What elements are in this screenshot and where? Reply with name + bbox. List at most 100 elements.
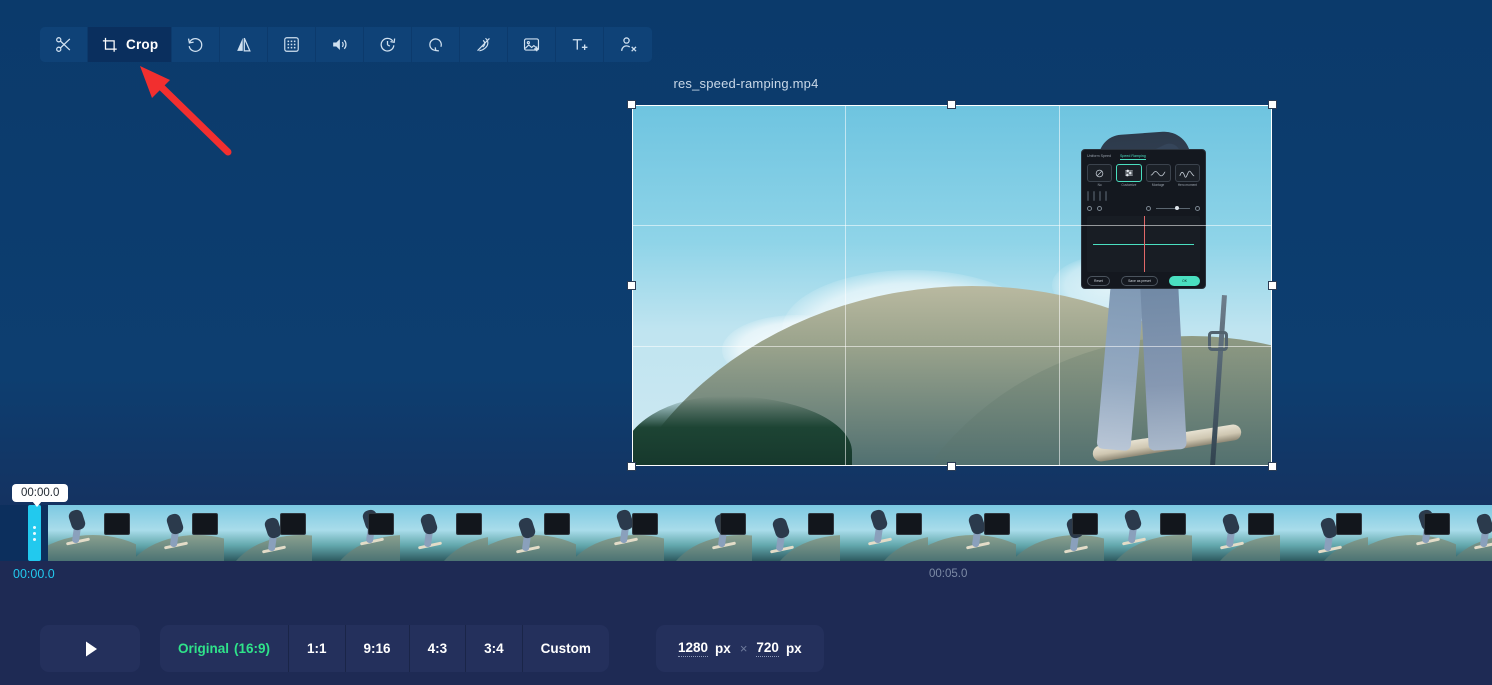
timeline-thumbnail[interactable] <box>1368 505 1456 561</box>
speed-icon <box>380 37 396 52</box>
timeline-thumbnail-strip <box>48 505 1492 561</box>
thumb-skater-figure <box>64 508 91 546</box>
thumb-overlay-panel <box>1072 513 1098 535</box>
aspect-ratio-1-1[interactable]: 1:1 <box>289 625 346 672</box>
crop-handle-middle-left[interactable] <box>627 281 636 290</box>
aspect-ratio-label: 4:3 <box>427 641 448 656</box>
video-preview-stage[interactable]: Uniform Speed Speed Ramping No Customize… <box>627 100 1277 471</box>
crop-button[interactable]: Crop <box>88 27 173 62</box>
remove-person-button[interactable] <box>604 27 653 62</box>
play-icon <box>86 641 97 656</box>
denoise-button[interactable] <box>460 27 509 62</box>
preset-montage: Montage <box>1145 164 1171 188</box>
volume-button[interactable] <box>316 27 365 62</box>
aspect-ratio-9-16[interactable]: 9:16 <box>346 625 410 672</box>
thumb-skater-figure <box>162 512 189 550</box>
add-image-button[interactable] <box>508 27 557 62</box>
preset-extra-2 <box>1093 190 1095 201</box>
timeline-thumbnail[interactable] <box>840 505 928 561</box>
playhead-time-tooltip: 00:00.0 <box>12 484 69 507</box>
crop-handle-top-left[interactable] <box>627 100 636 109</box>
crop-handle-bottom-right[interactable] <box>1268 462 1277 471</box>
timeline-thumbnail[interactable] <box>1280 505 1368 561</box>
crop-handle-bottom-left[interactable] <box>627 462 636 471</box>
timeline-thumbnail[interactable] <box>664 505 752 561</box>
speed-button[interactable] <box>364 27 413 62</box>
preset-montage-icon <box>1145 164 1171 182</box>
crop-button-label: Crop <box>126 37 159 52</box>
timeline-playhead-handle[interactable] <box>28 505 41 561</box>
file-title: res_speed-ramping.mp4 <box>673 76 819 91</box>
crop-width-input[interactable]: 1280 <box>678 640 709 657</box>
thumb-overlay-panel <box>192 513 218 535</box>
timeline-thumbnail[interactable] <box>48 505 136 561</box>
timeline-thumbnail[interactable] <box>1016 505 1104 561</box>
thumb-overlay-panel <box>896 513 922 535</box>
timeline-thumbnail[interactable] <box>488 505 576 561</box>
crop-handle-top-right[interactable] <box>1268 100 1277 109</box>
timeline-thumbnail[interactable] <box>752 505 840 561</box>
timeline-thumbnail[interactable] <box>400 505 488 561</box>
timeline-thumbnail[interactable] <box>928 505 1016 561</box>
thumb-overlay-panel <box>1336 513 1362 535</box>
thumb-overlay-panel <box>280 513 306 535</box>
aspect-ratio-4-3[interactable]: 4:3 <box>410 625 467 672</box>
preset-hero-moment-label: Hero moment <box>1177 183 1198 187</box>
timeline-thumbnail[interactable] <box>136 505 224 561</box>
rotate-button[interactable] <box>172 27 221 62</box>
wave-hand-icon <box>477 37 491 52</box>
timeline-thumbnail[interactable] <box>224 505 312 561</box>
crop-icon <box>102 37 117 52</box>
handle-dot <box>33 537 36 541</box>
timeline-thumbnail[interactable] <box>1192 505 1280 561</box>
thumb-skater-figure <box>416 512 443 550</box>
thumb-body-shape <box>517 516 537 540</box>
timeline-thumbnail[interactable] <box>576 505 664 561</box>
timeline-thumbnail[interactable] <box>1456 505 1492 561</box>
in-video-preset-row: No Customize Montage Hero moment <box>1087 164 1200 188</box>
slider-knob <box>1174 206 1179 211</box>
control-dot-icon <box>1195 206 1200 212</box>
timeline-thumbnail[interactable] <box>1104 505 1192 561</box>
preset-no-label: No <box>1097 183 1102 187</box>
crop-handle-middle-right[interactable] <box>1268 281 1277 290</box>
preset-customize-label: Customize <box>1121 183 1137 187</box>
crop-handle-bottom-center[interactable] <box>947 462 956 471</box>
thumb-body-shape <box>1475 512 1492 536</box>
preset-no: No <box>1087 164 1113 188</box>
timeline-thumbnail[interactable] <box>312 505 400 561</box>
person-remove-icon <box>620 37 637 52</box>
add-text-button[interactable] <box>556 27 605 62</box>
in-video-control-row <box>1087 205 1200 213</box>
thumb-skater-figure <box>1218 512 1245 550</box>
dimension-fields: 1280 px × 720 px <box>656 625 824 672</box>
aspect-ratio-original[interactable]: Original (16:9) <box>160 625 290 672</box>
mosaic-icon <box>284 37 300 52</box>
loop-icon <box>429 38 443 52</box>
aspect-ratio-custom[interactable]: Custom <box>523 625 609 672</box>
thumb-skater-figure <box>514 516 541 554</box>
cut-button[interactable] <box>40 27 88 62</box>
crop-height-input[interactable]: 720 <box>756 640 779 657</box>
dimension-separator-icon: × <box>739 641 748 656</box>
mosaic-button[interactable] <box>268 27 317 62</box>
thumb-ramp-shape <box>666 535 752 561</box>
flip-button[interactable] <box>220 27 269 62</box>
thumb-ramp-shape <box>1106 535 1192 561</box>
thumb-ramp-shape <box>1368 535 1456 561</box>
thumb-overlay-panel <box>104 513 130 535</box>
preset-customize-icon <box>1116 164 1142 182</box>
crop-handle-top-center[interactable] <box>947 100 956 109</box>
handle-dot <box>33 525 36 529</box>
loop-button[interactable] <box>412 27 461 62</box>
wave-curve-icon <box>1150 170 1166 176</box>
crop-height-unit: px <box>785 641 802 656</box>
flip-icon <box>237 37 252 52</box>
thumb-overlay-panel <box>1248 513 1274 535</box>
timeline-track[interactable] <box>0 505 1492 561</box>
thumb-overlay-panel <box>808 513 834 535</box>
thumb-overlay-panel <box>984 513 1010 535</box>
aspect-ratio-label: 9:16 <box>363 641 391 656</box>
play-button[interactable] <box>40 625 140 672</box>
aspect-ratio-3-4[interactable]: 3:4 <box>466 625 523 672</box>
